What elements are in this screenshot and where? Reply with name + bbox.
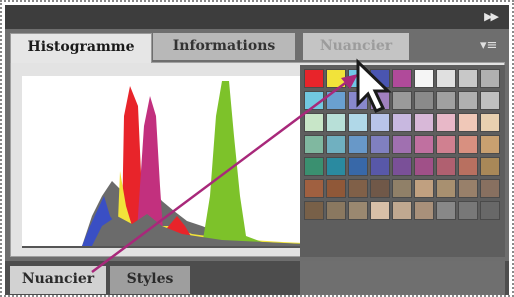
tab-histogramme[interactable]: Histogramme <box>10 33 152 63</box>
drag-arrow-line <box>91 76 353 274</box>
screenshot-stage: ▶▶ Histogramme Informations Nuancier ▾≡ … <box>0 0 514 297</box>
arrow-cursor-icon <box>356 58 392 113</box>
drag-arrowhead <box>341 74 358 89</box>
